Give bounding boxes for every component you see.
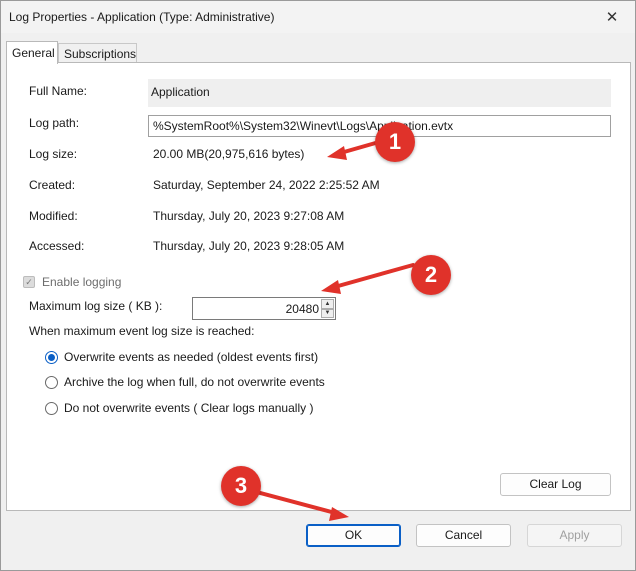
clear-log-button[interactable]: Clear Log <box>500 473 611 496</box>
max-log-size-stepper[interactable]: 20480 ▲ ▼ <box>192 297 336 320</box>
created-label: Created: <box>29 178 76 192</box>
title-bar: Log Properties - Application (Type: Admi… <box>1 1 635 33</box>
accessed-label: Accessed: <box>29 239 85 253</box>
window-title: Log Properties - Application (Type: Admi… <box>9 10 275 24</box>
log-size-value: 20.00 MB(20,975,616 bytes) <box>153 147 305 161</box>
full-name-label: Full Name: <box>29 84 88 98</box>
annotation-badge-1: 1 <box>375 122 415 162</box>
chevron-down-icon: ▼ <box>324 310 331 317</box>
when-max-reached-label: When maximum event log size is reached: <box>29 324 255 338</box>
full-name-field: Application <box>148 79 611 107</box>
full-name-value: Application <box>151 85 210 99</box>
option-archive-when-full[interactable]: Archive the log when full, do not overwr… <box>45 375 325 389</box>
log-size-label: Log size: <box>29 147 78 161</box>
checkmark-icon: ✓ <box>25 276 33 287</box>
close-button[interactable]: ✕ <box>589 1 635 33</box>
modified-label: Modified: <box>29 209 78 223</box>
radio-overwrite-as-needed[interactable] <box>45 350 58 364</box>
enable-logging-row[interactable]: ✓ Enable logging <box>23 275 121 289</box>
enable-logging-label: Enable logging <box>42 275 122 289</box>
tab-strip: General Subscriptions <box>1 41 635 64</box>
option-label: Archive the log when full, do not overwr… <box>64 375 325 389</box>
max-log-size-label: Maximum log size ( KB ): <box>29 299 163 313</box>
annotation-badge-3: 3 <box>221 466 261 506</box>
stepper-down-button[interactable]: ▼ <box>321 308 334 318</box>
cancel-button[interactable]: Cancel <box>416 524 511 547</box>
modified-value: Thursday, July 20, 2023 9:27:08 AM <box>153 209 345 223</box>
tab-general[interactable]: General <box>6 41 58 64</box>
annotation-badge-2: 2 <box>411 255 451 295</box>
radio-do-not-overwrite[interactable] <box>45 401 58 415</box>
option-label: Do not overwrite events ( Clear logs man… <box>64 401 314 415</box>
created-value: Saturday, September 24, 2022 2:25:52 AM <box>153 178 380 192</box>
option-do-not-overwrite[interactable]: Do not overwrite events ( Clear logs man… <box>45 401 313 415</box>
option-overwrite-as-needed[interactable]: Overwrite events as needed (oldest event… <box>45 350 318 364</box>
general-tab-panel: Full Name: Application Log path: %System… <box>6 62 631 511</box>
tab-subscriptions[interactable]: Subscriptions <box>58 43 137 63</box>
radio-archive-when-full[interactable] <box>45 375 58 389</box>
stepper-buttons: ▲ ▼ <box>321 299 334 318</box>
max-log-size-value[interactable]: 20480 <box>286 302 319 316</box>
accessed-value: Thursday, July 20, 2023 9:28:05 AM <box>153 239 345 253</box>
log-properties-dialog: Log Properties - Application (Type: Admi… <box>0 0 636 571</box>
apply-button: Apply <box>527 524 622 547</box>
stepper-up-button[interactable]: ▲ <box>321 299 334 309</box>
chevron-up-icon: ▲ <box>324 300 331 307</box>
ok-button[interactable]: OK <box>306 524 401 547</box>
log-path-label: Log path: <box>29 116 80 130</box>
enable-logging-checkbox[interactable]: ✓ <box>23 276 35 288</box>
option-label: Overwrite events as needed (oldest event… <box>64 350 319 364</box>
close-icon: ✕ <box>605 9 619 26</box>
